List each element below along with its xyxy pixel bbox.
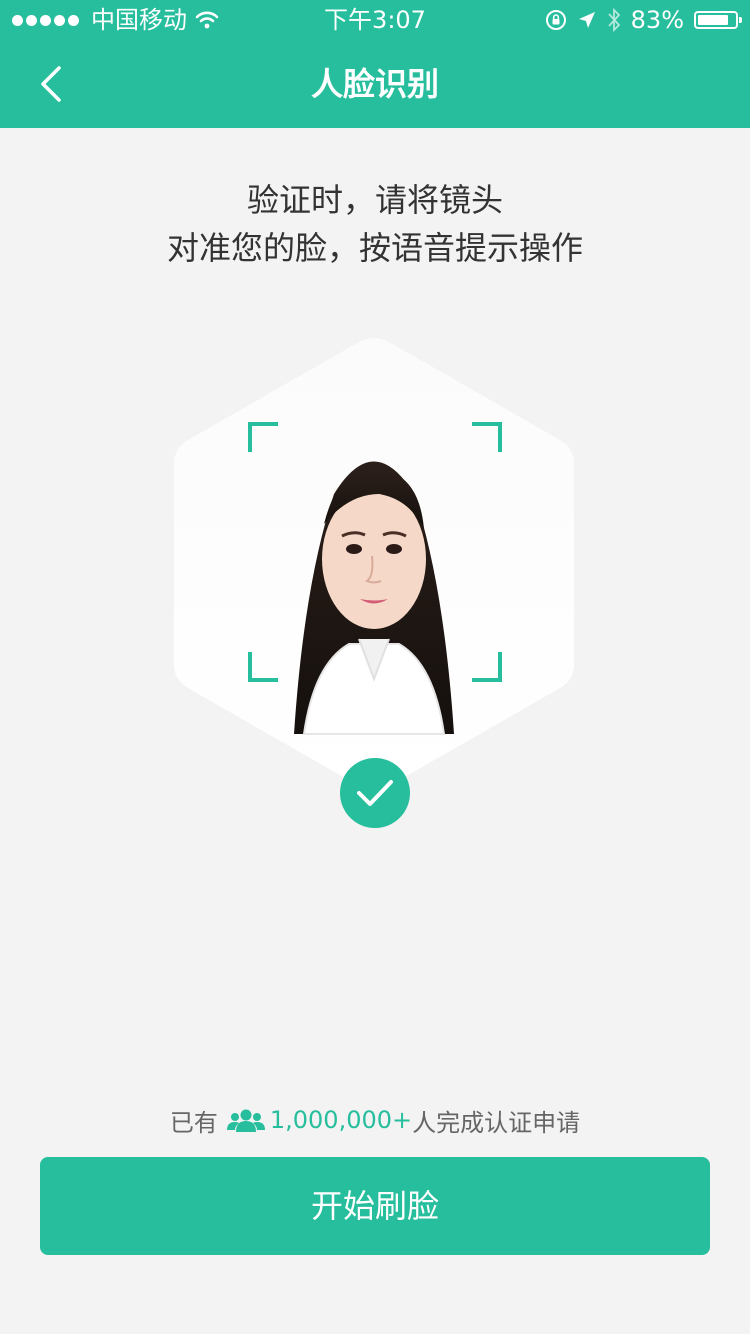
frame-corner-bottom-right — [472, 652, 502, 682]
verification-stats: 已有 1,000,000+ 人完成认证申请 — [0, 1100, 750, 1140]
start-face-scan-button[interactable]: 开始刷脸 — [40, 1157, 710, 1255]
battery-fill — [698, 15, 728, 25]
stats-count: 1,000,000+ — [269, 1106, 413, 1134]
battery-cap — [739, 17, 742, 23]
bluetooth-icon — [607, 8, 621, 32]
status-bar: 中国移动 下午3:07 83% — [0, 0, 750, 40]
frame-corner-top-right — [472, 422, 502, 452]
check-icon — [357, 780, 393, 806]
stats-prefix: 已有 — [169, 1108, 218, 1137]
frame-corner-top-left — [248, 422, 278, 452]
verified-badge — [340, 758, 410, 828]
location-icon — [577, 10, 597, 30]
status-right: 83% — [545, 0, 742, 40]
battery-percent: 83% — [630, 6, 684, 34]
frame-corner-bottom-left — [248, 652, 278, 682]
instruction-line-1: 验证时，请将镜头 — [246, 181, 503, 219]
battery-icon — [694, 11, 742, 29]
instruction-line-2: 对准您的脸，按语音提示操作 — [166, 229, 583, 267]
stats-suffix: 人完成认证申请 — [412, 1108, 581, 1137]
face-frame — [248, 422, 502, 682]
page-title: 人脸识别 — [310, 65, 439, 103]
rotation-lock-icon — [545, 9, 567, 31]
users-icon — [226, 1108, 266, 1132]
instruction-text: 验证时，请将镜头 对准您的脸，按语音提示操作 — [0, 176, 750, 272]
header: 中国移动 下午3:07 83% 人脸识别 — [0, 0, 750, 128]
nav-bar: 人脸识别 — [0, 40, 750, 128]
